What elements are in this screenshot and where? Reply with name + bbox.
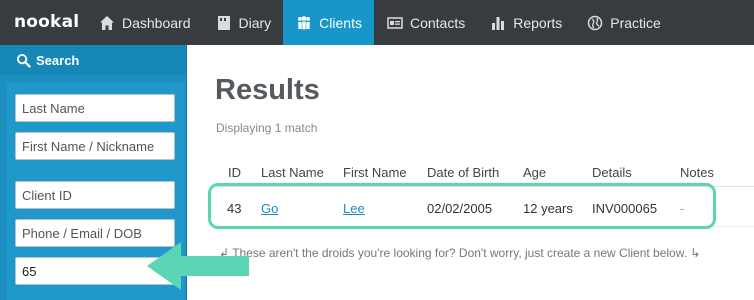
- column-header-last-name: Last Name: [261, 165, 324, 180]
- page-title: Results: [215, 74, 320, 106]
- column-header-age: Age: [523, 165, 547, 180]
- sidebar-search-header[interactable]: Search: [0, 45, 186, 75]
- main-nav: Dashboard Diary Clients Contacts Reports: [86, 0, 673, 45]
- diary-icon: [215, 15, 233, 31]
- corner-arrow-down-icon: ↳: [690, 246, 701, 260]
- match-count: Displaying 1 match: [216, 121, 318, 135]
- nav-clients-label: Clients: [319, 14, 362, 31]
- column-header-notes: Notes: [680, 165, 714, 180]
- home-icon: [98, 15, 116, 31]
- result-row-highlight: [208, 183, 716, 229]
- nav-reports-label: Reports: [513, 14, 563, 31]
- nav-practice[interactable]: Practice: [574, 0, 673, 45]
- pointer-arrow-icon: [147, 242, 249, 290]
- nav-diary[interactable]: Diary: [203, 0, 284, 45]
- sidebar-search-title: Search: [36, 52, 80, 68]
- nav-contacts-label: Contacts: [409, 14, 466, 31]
- nav-dashboard[interactable]: Dashboard: [86, 0, 203, 45]
- create-client-hint: ↲ These aren't the droids you're looking…: [219, 246, 700, 260]
- column-header-dob: Date of Birth: [427, 165, 500, 180]
- column-header-first-name: First Name: [343, 165, 407, 180]
- column-header-details: Details: [592, 165, 632, 180]
- nav-diary-label: Diary: [238, 14, 272, 31]
- last-name-field[interactable]: Last Name: [15, 94, 175, 122]
- search-icon: [16, 53, 31, 68]
- hint-text: These aren't the droids you're looking f…: [232, 246, 688, 260]
- address-card-icon: [386, 15, 404, 31]
- nav-reports[interactable]: Reports: [477, 0, 574, 45]
- client-id-field[interactable]: Client ID: [15, 181, 175, 209]
- globe-icon: [586, 15, 604, 31]
- first-name-field[interactable]: First Name / Nickname: [15, 132, 175, 160]
- top-navbar: nookal Dashboard Diary Clients Contacts: [0, 0, 754, 45]
- nav-contacts[interactable]: Contacts: [374, 0, 477, 45]
- nav-clients[interactable]: Clients: [283, 0, 374, 45]
- bar-chart-icon: [489, 15, 507, 31]
- nav-practice-label: Practice: [610, 14, 661, 31]
- column-header-id: ID: [228, 165, 241, 180]
- nookal-logo[interactable]: nookal: [14, 12, 79, 32]
- nav-dashboard-label: Dashboard: [122, 14, 191, 31]
- people-icon: [295, 15, 313, 31]
